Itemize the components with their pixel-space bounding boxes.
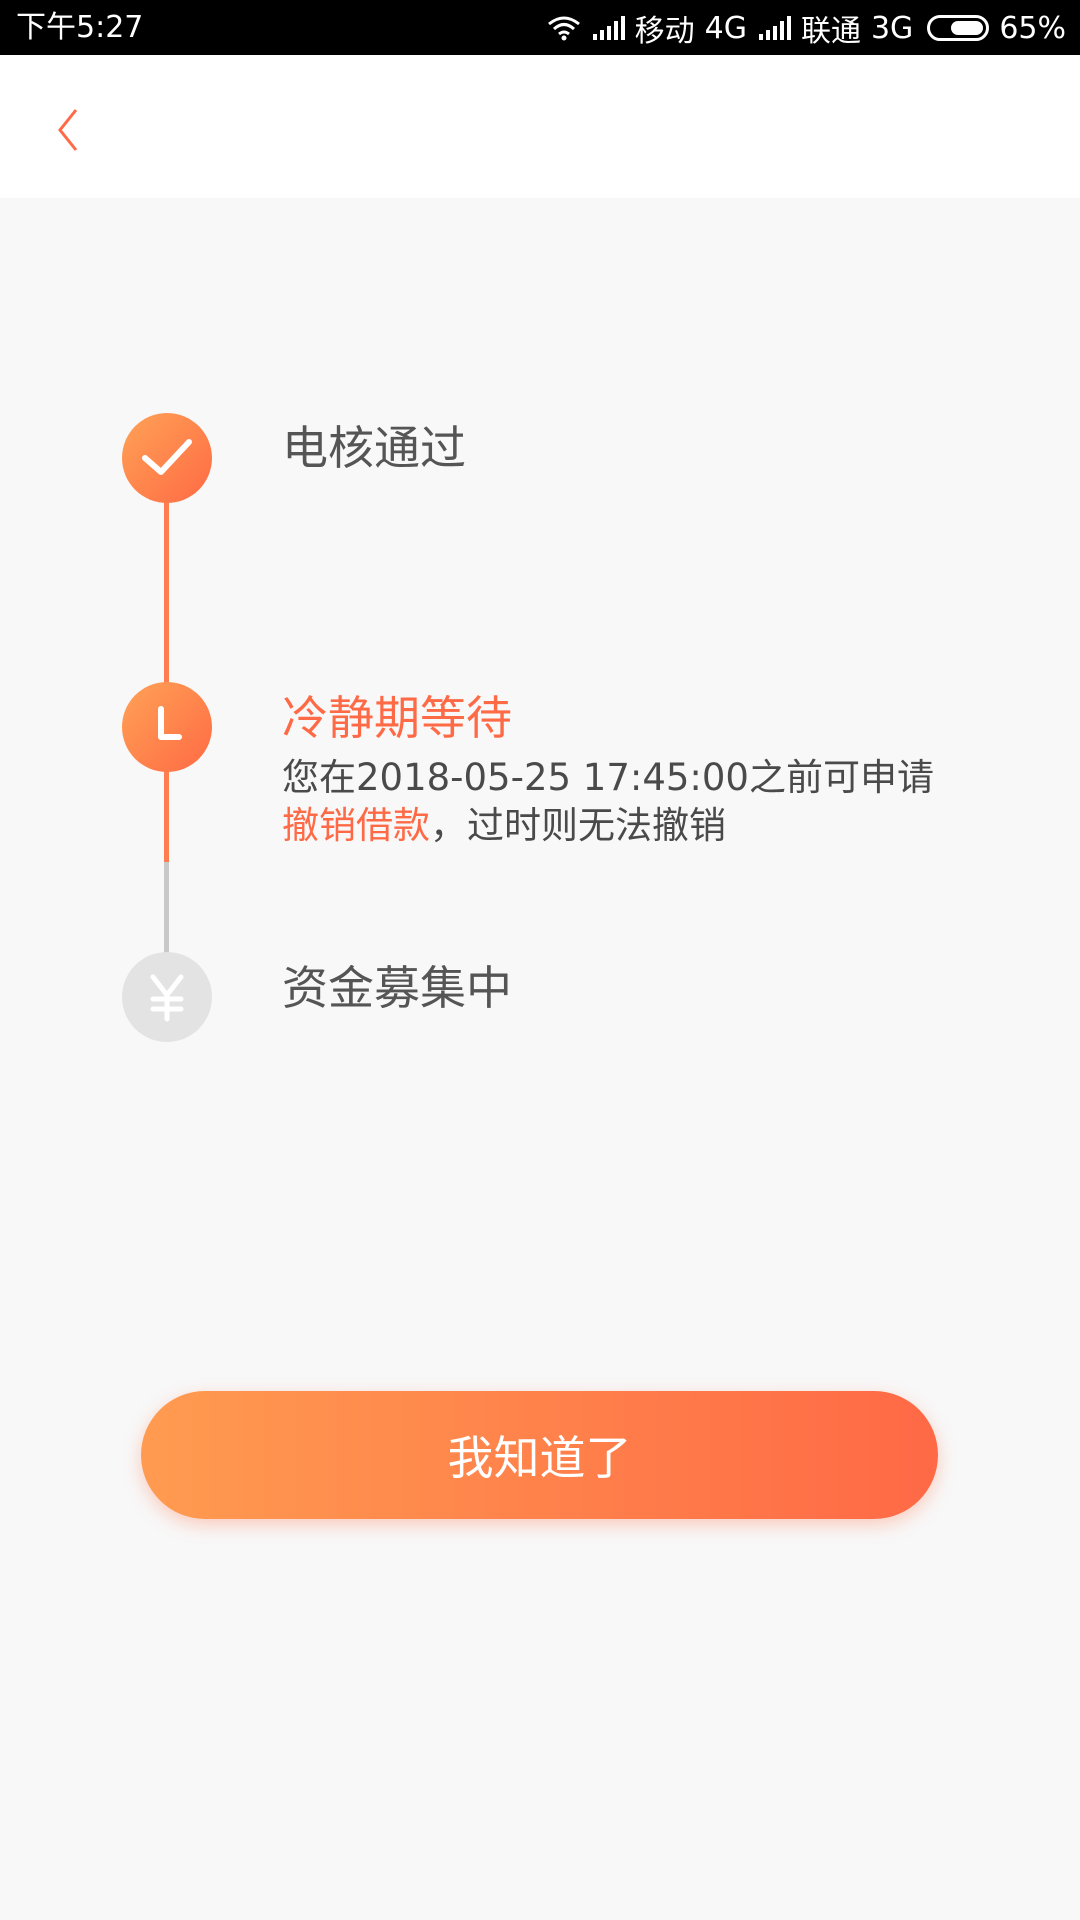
status-time: 下午5:27 — [16, 10, 144, 45]
network-type-2: 3G — [870, 10, 914, 46]
timeline-connector-done — [164, 500, 169, 690]
wifi-icon — [547, 16, 580, 41]
revoke-loan-link[interactable]: 撤销借款 — [282, 804, 430, 847]
step-title-done: 电核通过 — [282, 421, 466, 475]
step-description: 您在2018-05-25 17:45:00之前可申请 撤销借款，过时则无法撤销 — [282, 754, 1002, 850]
status-bar: 下午5:27 移动 4G 联通 3G 65% — [0, 0, 1080, 55]
step-current-indicator — [122, 682, 212, 772]
battery-icon — [927, 15, 990, 41]
yen-icon — [150, 974, 184, 1022]
network-type-1: 4G — [704, 10, 747, 46]
clock-icon — [158, 706, 182, 740]
check-icon — [142, 439, 192, 475]
signal-icon — [592, 16, 625, 40]
step-done-indicator — [122, 413, 212, 503]
app-bar — [0, 55, 1080, 198]
description-text-suffix: ，过时则无法撤销 — [430, 804, 726, 847]
step-title-pending: 资金募集中 — [282, 961, 512, 1015]
signal-icon — [758, 16, 791, 40]
battery-fill — [950, 21, 984, 35]
carrier-1: 移动 — [634, 14, 695, 49]
back-button[interactable] — [40, 95, 100, 165]
timeline-connector-current — [164, 770, 169, 862]
status-indicators: 移动 4G 联通 3G 65% — [547, 8, 1066, 49]
timeline-connector-pending — [164, 862, 169, 954]
carrier-2: 联通 — [800, 14, 861, 49]
step-pending-indicator — [122, 952, 212, 1042]
battery-percent: 65% — [999, 10, 1066, 46]
step-title-current: 冷静期等待 — [282, 691, 512, 745]
description-text: 您在2018-05-25 17:45:00之前可申请 — [282, 756, 934, 799]
chevron-left-icon — [58, 109, 78, 151]
got-it-button[interactable]: 我知道了 — [141, 1391, 938, 1519]
